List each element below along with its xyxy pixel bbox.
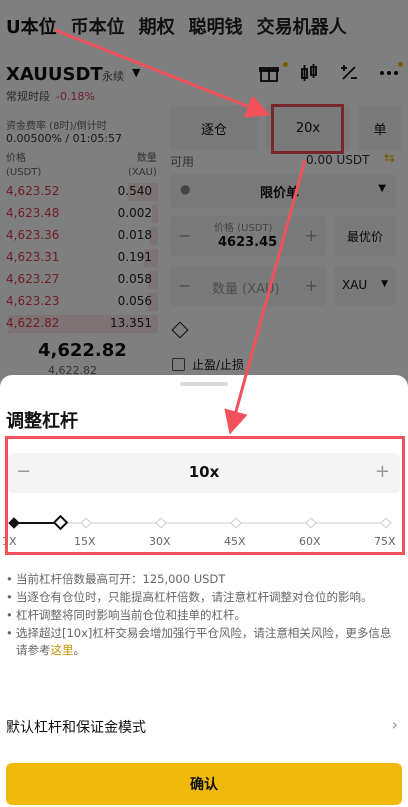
- note-item: 杠杆调整将同时影响当前仓位和挂单的杠杆。: [6, 607, 401, 624]
- drag-handle[interactable]: [180, 382, 228, 386]
- note-item: 选择超过[10x]杠杆交易会增加强行平仓风险，请注意相关风险，更多信息请参考这里…: [6, 625, 401, 659]
- confirm-button[interactable]: 确认: [6, 763, 402, 805]
- default-mode-row[interactable]: 默认杠杆和保证金模式: [6, 717, 146, 737]
- chevron-right-icon[interactable]: ›: [392, 715, 398, 734]
- slider-highlight-box: [5, 436, 405, 555]
- leverage-notes: 当前杠杆倍数最高可开：125,000 USDT 当逐仓有仓位时，只能提高杠杆倍数…: [6, 571, 401, 660]
- sheet-title: 调整杠杆: [6, 411, 78, 432]
- note-item: 当前杠杆倍数最高可开：125,000 USDT: [6, 571, 401, 588]
- note-item: 当逐仓有仓位时，只能提高杠杆倍数，请注意杠杆调整对仓位的影响。: [6, 589, 401, 606]
- info-link[interactable]: 这里: [51, 643, 74, 657]
